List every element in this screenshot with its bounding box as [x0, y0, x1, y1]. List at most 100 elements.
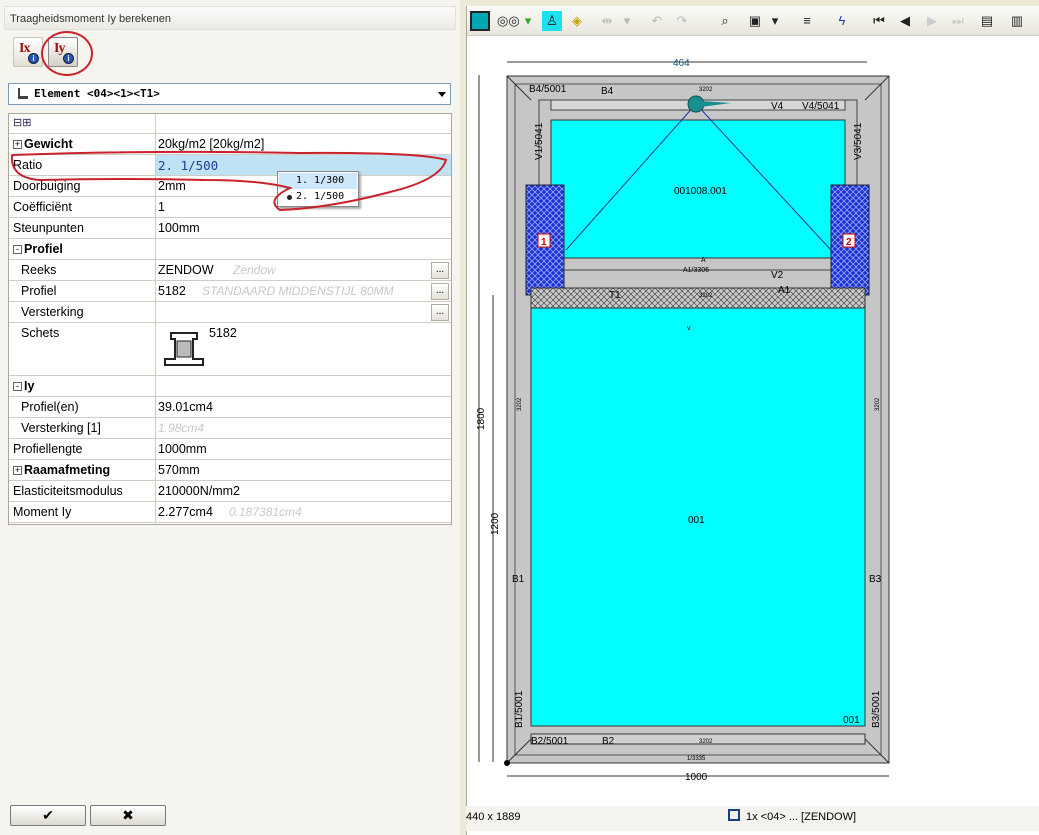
label-b3: B3 [869, 574, 882, 585]
property-row[interactable]: Moment Iy 2.277cm4 0.187381cm4 [9, 502, 451, 523]
property-row[interactable]: Versterking... [9, 302, 451, 323]
property-label: Profiellengte [13, 442, 83, 456]
window-icon[interactable]: ▣ [745, 11, 765, 31]
code-side-right: 3202 [875, 397, 881, 411]
browse-button[interactable]: ... [431, 283, 449, 300]
property-value[interactable]: ZENDOW [158, 263, 214, 277]
column-divider [155, 218, 156, 238]
property-label: - Profiel [13, 242, 63, 256]
undo-icon[interactable]: ↶ [647, 11, 667, 31]
property-key: Steunpunten [13, 221, 84, 235]
list-icon[interactable]: ▥ [1007, 11, 1027, 31]
column-divider [155, 114, 156, 133]
info-icon: i [28, 53, 39, 64]
property-row[interactable]: + Raamafmeting 570mm [9, 460, 451, 481]
property-value[interactable]: 570mm [158, 463, 200, 477]
property-row[interactable]: - Profiel [9, 239, 451, 260]
property-row[interactable]: Reeks ZENDOW Zendow... [9, 260, 451, 281]
property-row[interactable]: Profiel(en) 39.01cm4 [9, 397, 451, 418]
property-row[interactable]: Elasticiteitsmodulus 210000N/mm2 [9, 481, 451, 502]
property-label: Steunpunten [13, 221, 84, 235]
window-grid-icon [728, 809, 740, 821]
next-icon[interactable]: ▶ [922, 11, 942, 31]
browse-button[interactable]: ... [431, 262, 449, 279]
lightning-icon[interactable]: ϟ [832, 11, 852, 31]
property-label: Profiel(en) [21, 400, 79, 414]
chevron-down-icon[interactable]: ▾ [522, 11, 534, 31]
label-b1-5001: B1/5001 [514, 690, 525, 728]
expand-icon[interactable]: + [13, 466, 22, 475]
cancel-button[interactable]: ✖ [90, 805, 166, 826]
column-divider [155, 439, 156, 459]
label-b4: B4 [601, 86, 614, 97]
property-row[interactable]: Steunpunten 100mm [9, 218, 451, 239]
align-icon[interactable]: ≡ [797, 11, 817, 31]
column-divider [155, 281, 156, 301]
property-hint: Zendow [233, 263, 276, 277]
properties-panel: Traagheidsmoment Iy berekenen Ix i Iy i … [0, 0, 460, 835]
property-value[interactable]: 210000N/mm2 [158, 484, 240, 498]
label-v3-5041: V3/5041 [853, 122, 864, 160]
column-divider [155, 323, 156, 375]
collapse-expand-all-icon[interactable]: ⊟⊞ [13, 116, 31, 129]
element-select[interactable]: Element <04><1><T1> [8, 83, 451, 105]
label-t1: T1 [609, 290, 621, 301]
dim-left-inner: 1200 [490, 512, 501, 535]
property-value[interactable]: 5182 [158, 284, 186, 298]
property-hint: 1.98cm4 [158, 421, 205, 435]
property-hint: STANDAARD MIDDENSTIJL 80MM [202, 284, 394, 298]
property-value[interactable]: 2. 1/500 [158, 158, 218, 173]
property-row[interactable]: Schets 5182 [9, 323, 451, 376]
code-top: 3202 [699, 87, 713, 93]
first-icon[interactable]: ⏮ [869, 11, 889, 31]
layers-icon[interactable]: ◈ [567, 11, 587, 31]
column-divider [155, 502, 156, 522]
label-v4: V4 [771, 101, 784, 112]
a-mark: A [701, 257, 706, 264]
property-key: Elasticiteitsmodulus [13, 484, 123, 498]
property-key: Versterking [1] [21, 421, 101, 435]
ok-button[interactable]: ✔ [10, 805, 86, 826]
pane-bottom-label: 001 [688, 515, 705, 526]
property-value[interactable]: 100mm [158, 221, 200, 235]
moment-ix-button[interactable]: Ix i [13, 37, 43, 67]
column-divider [155, 481, 156, 501]
zoom-icon[interactable]: ⌕ [715, 11, 735, 31]
highlight-circle [41, 31, 93, 76]
property-row[interactable]: Profiellengte 1000mm [9, 439, 451, 460]
collapse-icon[interactable]: - [13, 382, 22, 391]
property-key: Profiel(en) [21, 400, 79, 414]
property-value[interactable]: 1000mm [158, 442, 207, 456]
last-icon[interactable]: ⏭ [948, 11, 968, 31]
property-key: Profiel [21, 284, 57, 298]
property-label: Reeks [21, 263, 56, 277]
chevron-down-icon[interactable]: ▾ [622, 11, 632, 31]
prev-icon[interactable]: ◀ [895, 11, 915, 31]
property-key: Profiel [24, 242, 63, 256]
dim-bottom: 1000 [685, 772, 708, 783]
property-value[interactable]: 39.01cm4 [158, 400, 213, 414]
arrows-icon[interactable]: ⇹ [597, 11, 617, 31]
property-key: Raamafmeting [24, 463, 111, 477]
grid-header: ⊟⊞ [9, 114, 451, 134]
property-value[interactable]: 2.277cm4 [158, 505, 213, 519]
window-title: Traagheidsmoment Iy berekenen [4, 6, 456, 30]
property-row[interactable]: - Iy [9, 376, 451, 397]
column-divider [155, 260, 156, 280]
property-row[interactable]: Profiel 5182 STANDAARD MIDDENSTIJL 80MM... [9, 281, 451, 302]
chevron-down-icon[interactable]: ▾ [770, 11, 780, 31]
collapse-icon[interactable]: - [13, 245, 22, 254]
label-b3-5001: B3/5001 [871, 690, 882, 728]
code-t1: 3202 [699, 293, 713, 299]
redo-icon[interactable]: ↷ [672, 11, 692, 31]
property-label: Moment Iy [13, 505, 71, 519]
frame-icon[interactable] [470, 11, 490, 31]
glasses-icon[interactable]: ◎◎ [497, 11, 520, 31]
property-row[interactable]: Versterking [1] 1.98cm4 [9, 418, 451, 439]
person-icon[interactable]: ♙ [542, 11, 562, 31]
label-b4-5001: B4/5001 [529, 84, 567, 95]
grid-icon[interactable]: ▤ [977, 11, 997, 31]
chevron-down-icon[interactable] [438, 92, 446, 97]
property-value[interactable]: 5182 [209, 326, 237, 340]
browse-button[interactable]: ... [431, 304, 449, 321]
